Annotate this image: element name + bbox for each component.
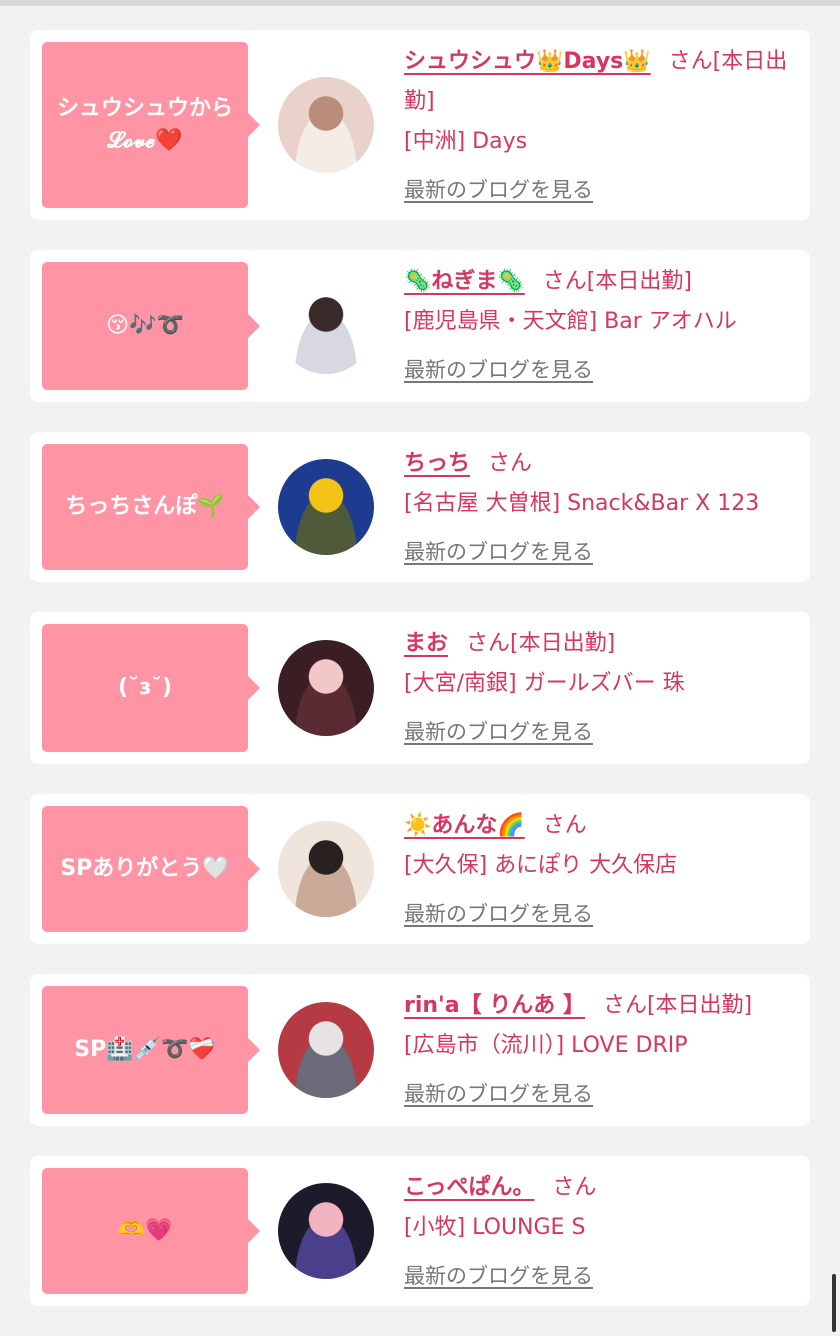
blog-card: SP🏥💉➰❤️‍🩹 rin'a【 りんあ 】さん[本日出勤] [広島市（流川）]…	[30, 974, 810, 1126]
profile-name-link[interactable]: ちっち	[404, 451, 470, 476]
card-info: rin'a【 りんあ 】さん[本日出勤] [広島市（流川）] LOVE DRIP…	[404, 986, 810, 1115]
top-divider	[0, 0, 840, 6]
message-text: (˘ɜ˘)	[117, 675, 173, 700]
blog-card: (˘ɜ˘) まお さん[本日出勤] [大宮/南銀] ガールズバー 珠 最新のブログ…	[30, 612, 810, 764]
card-info: ☀️あんな🌈 さん [大久保] あにぽり 大久保店 最新のブログを見る	[404, 806, 810, 935]
blog-card: 🫶💗 こっぺぱん。 さん [小牧] LOUNGE S 最新のブログを見る	[30, 1156, 810, 1306]
latest-blog-link[interactable]: 最新のブログを見る	[404, 170, 593, 210]
card-info: 🦠ねぎま🦠 さん[本日出勤] [鹿児島県・天文館] Bar アオハル 最新のブログ…	[404, 262, 810, 391]
message-text: 🫶💗	[117, 1218, 173, 1243]
message-text: ちっちさんぽ🌱	[65, 494, 225, 519]
latest-blog-link[interactable]: 最新のブログを見る	[404, 894, 593, 934]
message-bubble: 😚🎶➰	[42, 262, 260, 390]
latest-blog-link[interactable]: 最新のブログを見る	[404, 1256, 593, 1296]
avatar[interactable]	[278, 821, 374, 917]
honorific-status: さん[本日出勤]	[602, 993, 753, 1018]
card-info: こっぺぱん。 さん [小牧] LOUNGE S 最新のブログを見る	[404, 1168, 810, 1297]
profile-name-link[interactable]: ☀️あんな🌈	[404, 813, 525, 838]
avatar[interactable]	[278, 77, 374, 173]
shop-name: [大久保] あにぽり 大久保店	[404, 853, 678, 878]
avatar[interactable]	[278, 1002, 374, 1098]
message-bubble: ちっちさんぽ🌱	[42, 444, 260, 570]
blog-card-list: シュウシュウから𝓛𝓸𝓿𝓮❤️ シュウシュウ👑Days👑 さん[本日出勤] [中洲]…	[30, 30, 810, 1336]
message-text: 😚🎶➰	[106, 313, 184, 338]
message-bubble: SP🏥💉➰❤️‍🩹	[42, 986, 260, 1114]
profile-name-link[interactable]: こっぺぱん。	[404, 1175, 534, 1200]
shop-name: [名古屋 大曽根] Snack&Bar X 123	[404, 491, 760, 516]
avatar[interactable]	[278, 640, 374, 736]
honorific-status: さん	[552, 1175, 597, 1200]
shop-name: [広島市（流川）] LOVE DRIP	[404, 1033, 688, 1058]
message-bubble: (˘ɜ˘)	[42, 624, 260, 752]
shop-name: [大宮/南銀] ガールズバー 珠	[404, 671, 685, 696]
blog-card: ちっちさんぽ🌱 ちっち さん [名古屋 大曽根] Snack&Bar X 123 …	[30, 432, 810, 582]
card-info: ちっち さん [名古屋 大曽根] Snack&Bar X 123 最新のブログを見…	[404, 444, 810, 573]
message-bubble: シュウシュウから𝓛𝓸𝓿𝓮❤️	[42, 42, 260, 208]
message-text: SP🏥💉➰❤️‍🩹	[74, 1037, 216, 1062]
latest-blog-link[interactable]: 最新のブログを見る	[404, 350, 593, 390]
profile-name-link[interactable]: シュウシュウ👑Days👑	[404, 49, 651, 74]
avatar[interactable]	[278, 459, 374, 555]
latest-blog-link[interactable]: 最新のブログを見る	[404, 1074, 593, 1114]
honorific-status: さん[本日出勤]	[466, 631, 616, 656]
profile-name-link[interactable]: 🦠ねぎま🦠	[404, 269, 525, 294]
message-text: シュウシュウから𝓛𝓸𝓿𝓮❤️	[56, 96, 233, 153]
profile-name-link[interactable]: rin'a【 りんあ 】	[404, 993, 585, 1018]
message-bubble: 🫶💗	[42, 1168, 260, 1294]
blog-card: シュウシュウから𝓛𝓸𝓿𝓮❤️ シュウシュウ👑Days👑 さん[本日出勤] [中洲]…	[30, 30, 810, 220]
avatar[interactable]	[278, 278, 374, 374]
honorific-status: さん	[542, 813, 587, 838]
message-text: SPありがとう🤍	[60, 856, 230, 881]
blog-card: SPありがとう🤍 ☀️あんな🌈 さん [大久保] あにぽり 大久保店 最新のブログ…	[30, 794, 810, 944]
shop-name: [小牧] LOUNGE S	[404, 1215, 586, 1240]
card-info: シュウシュウ👑Days👑 さん[本日出勤] [中洲] Days 最新のブログを見る	[404, 42, 810, 211]
honorific-status: さん	[488, 451, 533, 476]
profile-name-link[interactable]: まお	[404, 631, 448, 656]
scrollbar[interactable]	[832, 1274, 836, 1332]
blog-card: 😚🎶➰ 🦠ねぎま🦠 さん[本日出勤] [鹿児島県・天文館] Bar アオハル 最新…	[30, 250, 810, 402]
avatar[interactable]	[278, 1183, 374, 1279]
shop-name: [中洲] Days	[404, 129, 528, 154]
card-info: まお さん[本日出勤] [大宮/南銀] ガールズバー 珠 最新のブログを見る	[404, 624, 810, 753]
latest-blog-link[interactable]: 最新のブログを見る	[404, 712, 593, 752]
message-bubble: SPありがとう🤍	[42, 806, 260, 932]
latest-blog-link[interactable]: 最新のブログを見る	[404, 532, 593, 572]
shop-name: [鹿児島県・天文館] Bar アオハル	[404, 309, 737, 334]
honorific-status: さん[本日出勤]	[542, 269, 692, 294]
